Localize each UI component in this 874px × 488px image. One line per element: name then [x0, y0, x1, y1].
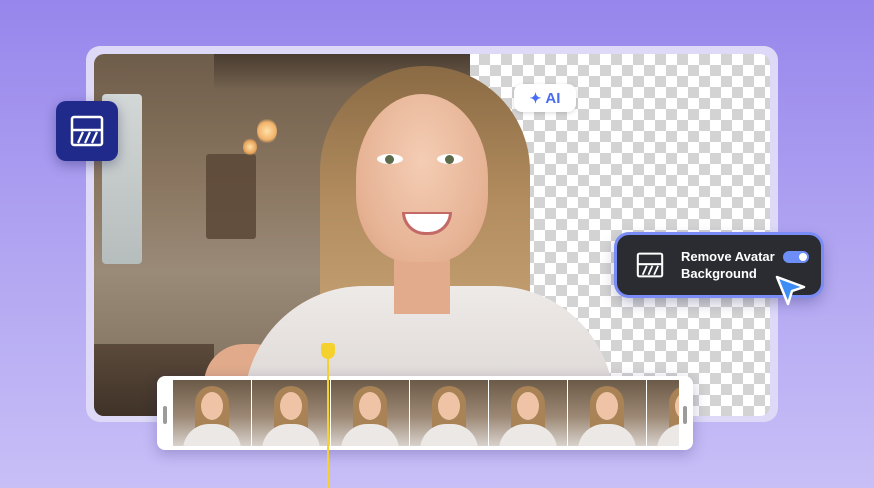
- remove-background-icon: [635, 250, 665, 280]
- timeline-frame[interactable]: [568, 380, 646, 446]
- timeline-right-handle[interactable]: [683, 406, 687, 424]
- timeline-frame[interactable]: [647, 380, 679, 446]
- ai-badge: ✦ AI: [514, 84, 576, 112]
- remove-background-tool-button[interactable]: [56, 101, 118, 161]
- timeline-frame[interactable]: [489, 380, 567, 446]
- toggle-label: Remove Avatar Background: [681, 248, 785, 282]
- timeline-frame[interactable]: [331, 380, 409, 446]
- remove-background-icon: [70, 115, 104, 147]
- avatar-face: [356, 94, 488, 262]
- toggle-knob: [799, 253, 807, 261]
- playhead-line[interactable]: [327, 352, 329, 488]
- timeline-strip[interactable]: [157, 376, 693, 450]
- timeline-frame[interactable]: [173, 380, 251, 446]
- timeline-frame[interactable]: [410, 380, 488, 446]
- toggle-label-line1: Remove Avatar: [681, 249, 775, 264]
- timeline-frame[interactable]: [252, 380, 330, 446]
- playhead-handle[interactable]: [321, 343, 335, 359]
- filmstrip: [173, 380, 679, 446]
- toggle-switch[interactable]: [783, 251, 809, 263]
- sparkle-icon: ✦: [529, 90, 542, 106]
- timeline-left-handle[interactable]: [163, 406, 167, 424]
- pointer-cursor-icon: [775, 275, 806, 306]
- toggle-label-line2: Background: [681, 266, 757, 281]
- ai-badge-label: AI: [545, 89, 561, 107]
